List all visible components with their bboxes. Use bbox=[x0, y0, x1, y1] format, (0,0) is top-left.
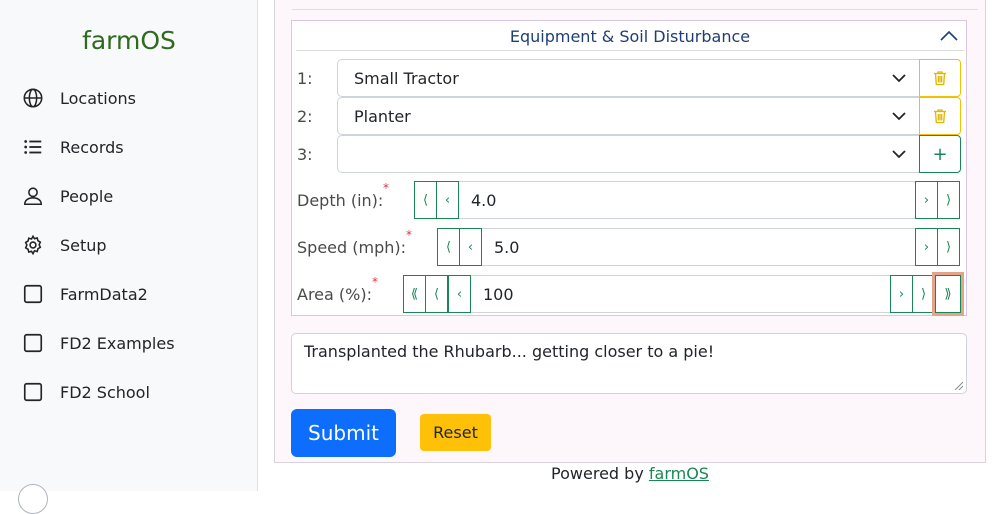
sidebar-item-people[interactable]: People bbox=[22, 181, 113, 211]
submit-button[interactable]: Submit bbox=[291, 409, 396, 457]
sidebar-collapse-button[interactable] bbox=[18, 484, 48, 514]
divider bbox=[292, 9, 978, 10]
area-increase-max-button[interactable]: ⟫ bbox=[932, 272, 964, 316]
equipment-row-number: 1: bbox=[297, 69, 313, 88]
required-marker: * bbox=[383, 181, 389, 195]
required-marker: * bbox=[406, 228, 412, 242]
chevron-down-icon bbox=[892, 112, 906, 121]
depth-increase-large-button[interactable]: ⟩ bbox=[937, 181, 960, 219]
depth-label: Depth (in): bbox=[297, 191, 384, 210]
equipment-row-number: 3: bbox=[297, 145, 313, 164]
speed-label: Speed (mph): bbox=[297, 238, 406, 257]
area-decrease-button[interactable]: ‹ bbox=[448, 275, 471, 313]
equipment-section-header[interactable]: Equipment & Soil Disturbance bbox=[296, 21, 964, 51]
speed-increase-button[interactable]: › bbox=[915, 228, 938, 266]
select-value: Small Tractor bbox=[354, 68, 459, 88]
chevron-down-icon bbox=[892, 150, 906, 159]
trash-icon bbox=[934, 109, 946, 124]
sidebar: farmOS Locations Records People Setup Fa… bbox=[0, 0, 258, 514]
area-label: Area (%): bbox=[297, 285, 372, 304]
sidebar-item-label: FD2 School bbox=[60, 382, 150, 402]
square-icon bbox=[22, 283, 44, 305]
comment-text: Transplanted the Rhubarb... getting clos… bbox=[304, 342, 715, 361]
sidebar-item-locations[interactable]: Locations bbox=[22, 83, 136, 113]
sidebar-item-label: People bbox=[60, 186, 114, 206]
list-icon bbox=[22, 136, 44, 158]
reset-button[interactable]: Reset bbox=[420, 414, 491, 451]
depth-input[interactable]: 4.0 bbox=[459, 181, 916, 219]
main-content: Equipment & Soil Disturbance 1: Small Tr… bbox=[258, 0, 1002, 491]
sidebar-item-farmdata2[interactable]: FarmData2 bbox=[22, 279, 148, 309]
sidebar-item-label: FD2 Examples bbox=[60, 333, 175, 353]
sidebar-item-setup[interactable]: Setup bbox=[22, 230, 107, 260]
sidebar-item-records[interactable]: Records bbox=[22, 132, 124, 162]
section-title: Equipment & Soil Disturbance bbox=[509, 27, 751, 46]
sidebar-item-label: FarmData2 bbox=[60, 284, 148, 304]
footer-prefix: Powered by bbox=[551, 464, 649, 483]
sidebar-item-label: Locations bbox=[60, 88, 137, 108]
person-icon bbox=[22, 185, 44, 207]
farmos-link[interactable]: farmOS bbox=[649, 464, 709, 483]
comment-textarea[interactable]: Transplanted the Rhubarb... getting clos… bbox=[291, 333, 967, 394]
sidebar-item-fd2-school[interactable]: FD2 School bbox=[22, 377, 150, 407]
square-icon bbox=[22, 381, 44, 403]
chevron-up-icon[interactable] bbox=[938, 26, 960, 46]
add-equipment-button[interactable]: + bbox=[919, 135, 961, 173]
depth-increase-button[interactable]: › bbox=[915, 181, 938, 219]
gear-icon bbox=[22, 234, 44, 256]
resize-handle-icon[interactable] bbox=[954, 381, 963, 390]
area-increase-large-button[interactable]: ⟩ bbox=[912, 275, 935, 313]
equipment-select-2[interactable]: Planter bbox=[337, 97, 920, 135]
area-input[interactable]: 100 bbox=[471, 275, 891, 313]
chevron-down-icon bbox=[892, 74, 906, 83]
area-decrease-max-button[interactable]: ⟪ bbox=[403, 275, 426, 313]
trash-icon bbox=[934, 71, 946, 86]
speed-increase-large-button[interactable]: ⟩ bbox=[937, 228, 960, 266]
delete-equipment-1-button[interactable] bbox=[919, 59, 961, 97]
square-icon bbox=[22, 332, 44, 354]
globe-icon bbox=[22, 87, 44, 109]
area-increase-button[interactable]: › bbox=[890, 275, 913, 313]
depth-stepper: ⟨ ‹ 4.0 › ⟩ bbox=[414, 181, 963, 219]
sidebar-item-label: Setup bbox=[60, 235, 107, 255]
required-marker: * bbox=[372, 275, 378, 289]
depth-decrease-button[interactable]: ‹ bbox=[436, 181, 459, 219]
select-value: Planter bbox=[354, 106, 411, 126]
equipment-section: Equipment & Soil Disturbance 1: Small Tr… bbox=[291, 20, 967, 316]
equipment-select-1[interactable]: Small Tractor bbox=[337, 59, 920, 97]
equipment-select-3[interactable] bbox=[337, 135, 920, 173]
speed-decrease-large-button[interactable]: ⟨ bbox=[437, 228, 460, 266]
footer: Powered by farmOS bbox=[258, 464, 1002, 483]
farmos-logo[interactable]: farmOS bbox=[0, 26, 258, 55]
delete-equipment-2-button[interactable] bbox=[919, 97, 961, 135]
speed-input[interactable]: 5.0 bbox=[482, 228, 916, 266]
sidebar-item-fd2-examples[interactable]: FD2 Examples bbox=[22, 328, 175, 358]
speed-stepper: ⟨ ‹ 5.0 › ⟩ bbox=[437, 228, 963, 266]
area-stepper: ⟪ ⟨ ‹ 100 › ⟩ ⟫ bbox=[403, 272, 964, 316]
speed-decrease-button[interactable]: ‹ bbox=[459, 228, 482, 266]
equipment-row-number: 2: bbox=[297, 107, 313, 126]
sidebar-item-label: Records bbox=[60, 137, 124, 157]
area-decrease-large-button[interactable]: ⟨ bbox=[425, 275, 448, 313]
depth-decrease-large-button[interactable]: ⟨ bbox=[414, 181, 437, 219]
